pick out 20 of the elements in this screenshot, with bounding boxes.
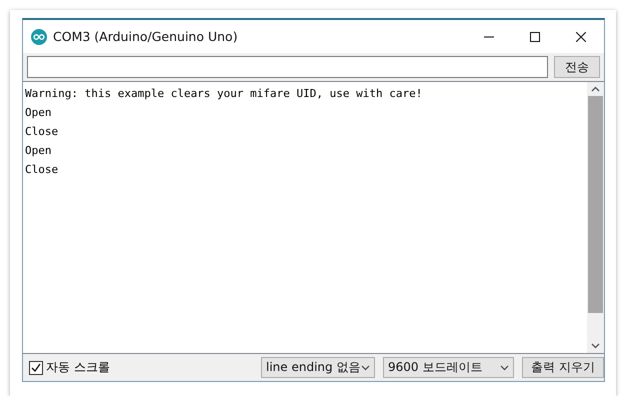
autoscroll-label: 자동 스크롤 <box>46 359 110 376</box>
output-line: Close <box>25 162 60 178</box>
line-ending-dropdown[interactable]: line ending 없음 <box>261 357 375 378</box>
autoscroll-checkbox[interactable] <box>29 360 43 374</box>
output-line: Close <box>25 124 60 140</box>
scroll-thumb[interactable] <box>588 96 603 313</box>
chevron-down-icon <box>361 364 370 370</box>
output-line: Open <box>25 143 52 159</box>
output-line: Warning: this example clears your mifare UID, use with care! <box>25 86 424 102</box>
chevron-down-icon <box>500 364 509 370</box>
clear-output-button[interactable]: 출력 지우기 <box>522 357 604 378</box>
close-icon <box>576 32 586 42</box>
window-title: COM3 (Arduino/Genuino Uno) <box>53 29 239 44</box>
send-input-field[interactable] <box>27 56 548 78</box>
baud-rate-dropdown[interactable]: 9600 보드레이트 <box>383 357 514 378</box>
maximize-icon <box>530 32 540 42</box>
output-line: Open <box>25 105 52 121</box>
infinity-logo-icon <box>31 28 47 44</box>
send-button[interactable]: 전송 <box>554 56 600 78</box>
scrollbar[interactable] <box>587 82 604 353</box>
